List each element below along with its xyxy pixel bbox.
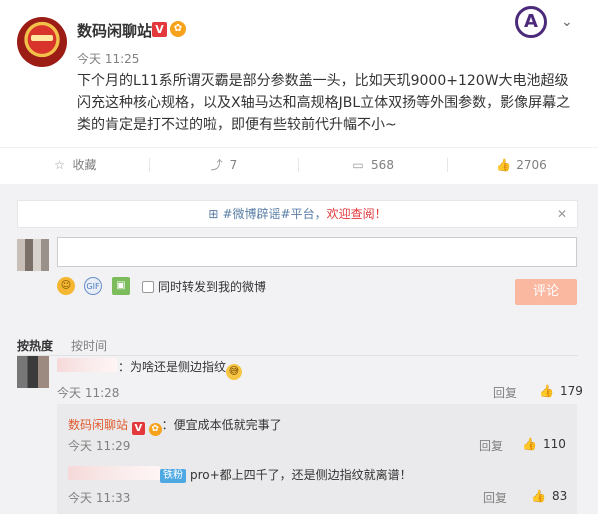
medal-icon: ✿: [148, 423, 162, 436]
reply-like-count: 110: [542, 437, 566, 451]
reply-button[interactable]: 回复: [479, 437, 503, 454]
comment-icon: ▭: [352, 158, 364, 172]
comment-button[interactable]: ▭ 568: [298, 148, 447, 182]
chevron-down-icon[interactable]: ⌄: [561, 14, 573, 30]
like-icon: 👍: [522, 437, 537, 451]
comment-text: ：为啥还是侧边指纹 😅: [118, 358, 243, 380]
reply-button[interactable]: 回复: [483, 489, 507, 506]
commenter-avatar[interactable]: [17, 356, 49, 388]
comment-area: ⊞ #微博辟谣#平台，欢迎查阅！ ✕ ☺ GIF ▣ 同时转发到我的微博 评论 按…: [0, 184, 598, 514]
reply-like-button[interactable]: 👍 110: [522, 437, 566, 451]
like-icon: 👍: [531, 489, 546, 503]
reply-button[interactable]: 回复: [493, 384, 517, 401]
repost-button[interactable]: ⤴ 7: [149, 148, 298, 182]
reply-row: 数码闲聊站 V ✿ ：便宜成本低就完事了: [68, 416, 282, 436]
like-icon: 👍: [496, 158, 512, 172]
sync-repost-checkbox[interactable]: [142, 281, 154, 293]
sort-by-hot-tab[interactable]: 按热度: [17, 339, 53, 353]
comment-sort: 按热度 按时间: [17, 337, 125, 354]
verified-badge-icon: V: [152, 22, 167, 37]
repost-icon: ⤴: [210, 158, 223, 172]
like-count: 2706: [516, 158, 547, 172]
comment-like-button[interactable]: 👍 179: [539, 384, 583, 398]
notice-icon: ⊞: [208, 207, 219, 221]
post-time[interactable]: 今天 11:25: [77, 50, 139, 67]
notice-welcome: 欢迎查阅！: [326, 207, 387, 221]
submit-comment-button[interactable]: 评论: [515, 279, 577, 305]
comment-like-count: 179: [559, 384, 583, 398]
reply-row: 铁粉 pro+都上四千了，还是侧边指纹就离谱！: [160, 466, 412, 483]
author-avatar[interactable]: [17, 17, 67, 67]
reply-like-count: 83: [551, 489, 568, 503]
post-text: 下个月的L11系所谓灭霸是部分参数盖一头，比如天玑9000+120W大电池超级闪…: [77, 73, 571, 133]
emoji-icon[interactable]: ☺: [57, 277, 75, 295]
reply-time: 今天 11:29: [68, 439, 131, 453]
sort-by-time-tab[interactable]: 按时间: [71, 339, 107, 353]
comment-count: 568: [371, 158, 394, 172]
image-icon[interactable]: ▣: [112, 277, 130, 295]
repost-count: 7: [229, 158, 238, 172]
favorite-button[interactable]: ☆ 收藏: [0, 148, 149, 182]
reply-time: 今天 11:33: [68, 491, 131, 505]
avengers-card-icon[interactable]: A: [515, 6, 547, 38]
weibo-post: 数码闲聊站 V ✿ 今天 11:25 下个月的L11系所谓灭霸是部分参数盖一头，…: [0, 0, 598, 184]
reply-body: ：便宜成本低就完事了: [161, 418, 282, 432]
post-action-bar: ☆ 收藏 ⤴ 7 ▭ 568 👍 2706: [0, 147, 598, 181]
favorite-label: 收藏: [72, 158, 97, 172]
like-button[interactable]: 👍 2706: [447, 148, 596, 182]
verified-badge-icon: V: [131, 422, 145, 435]
sweat-smile-emoji-icon: 😅: [226, 364, 243, 380]
author-name[interactable]: 数码闲聊站: [77, 20, 152, 41]
sync-repost-label[interactable]: 同时转发到我的微博: [158, 278, 266, 295]
reply-body: pro+都上四千了，还是侧边指纹就离谱！: [190, 468, 412, 482]
rumor-notice: ⊞ #微博辟谣#平台，欢迎查阅！ ✕: [17, 200, 578, 228]
like-icon: 👍: [539, 384, 554, 398]
commenter-name[interactable]: [57, 358, 117, 372]
close-icon[interactable]: ✕: [557, 201, 567, 227]
gif-icon[interactable]: GIF: [84, 277, 102, 295]
reply-author[interactable]: 数码闲聊站: [68, 418, 128, 432]
divider: [17, 355, 578, 356]
comment-time: 今天 11:28: [57, 386, 120, 400]
star-icon: ☆: [54, 158, 65, 172]
reply-author-name[interactable]: [68, 466, 160, 480]
reply-like-button[interactable]: 👍 83: [531, 489, 567, 503]
my-avatar: [17, 239, 49, 271]
comment-input[interactable]: [57, 237, 577, 267]
fan-badge: 铁粉: [160, 469, 186, 483]
medal-icon: ✿: [170, 21, 186, 37]
comment-body: ：为啥还是侧边指纹: [118, 360, 227, 374]
notice-topic-link[interactable]: #微博辟谣#平台，: [222, 207, 326, 221]
